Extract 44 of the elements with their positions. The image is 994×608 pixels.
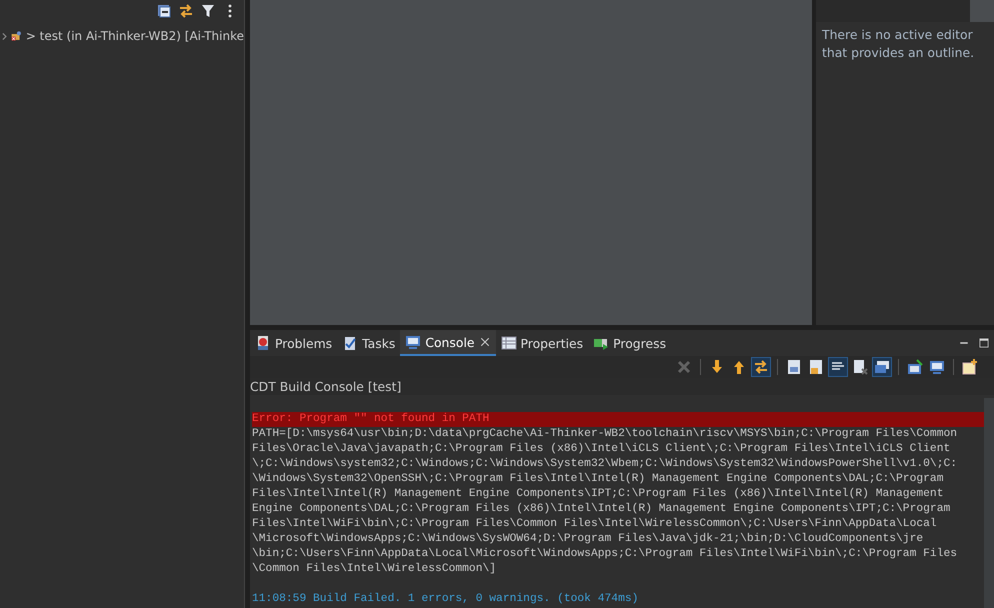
link-arrows-icon[interactable] [178,3,194,19]
collapse-all-icon[interactable] [156,3,172,19]
console-output-line: \Windows\System32\OpenSSH\;C:\Program Files\Intel\Intel(R) Management Engine Components\DAL;C:\Program [252,472,944,487]
document-grid-icon [786,359,802,375]
console-output-line: \bin;C:\Users\Finn\AppData\Local\Microsoft\WindowsApps;C:\Program Files\Intel\WiFi\bin\;C:\Program Files [252,547,958,562]
console-output-line: Files\Intel\Intel(R) Management Engine Components\IPT;C:\Program Files (x86)\Intel\Intel(R) Management [252,487,944,502]
view-tab[interactable]: Progress [588,330,672,356]
view-tab[interactable]: Console [400,330,496,356]
document-lock-icon [808,359,824,375]
console-output-line: PATH=[D:\msys64\usr\bin;D:\data\prgCache\Ai-Thinker-WB2\toolchain\riscv\MSYS\bin;C:\Program Files\Common [252,427,958,442]
down-arrow-icon [709,359,725,375]
clipboard-check-icon [342,335,358,351]
console-title: CDT Build Console [test] [250,378,994,395]
remove-icon [676,359,692,375]
console-output-line: \;C:\Windows\system32;C:\Windows;C:\Windows\System32\Wbem;C:\Windows\System32\WindowsPowerShell\v1.0\;C: [252,457,958,472]
problems-icon [255,335,271,351]
chevron-icon[interactable] [2,32,8,40]
view-tab[interactable]: Properties [496,330,588,356]
maximize-icon[interactable] [978,337,990,349]
text-lines-button[interactable] [828,357,848,377]
up-arrow-icon [731,359,747,375]
project-tree-item[interactable]: > test (in Ai-Thinker-WB2) [Ai-Thinke [26,29,244,43]
view-tab[interactable]: Problems [250,330,338,356]
scrollbar[interactable] [984,398,994,608]
monitor-icon [929,359,945,375]
table-icon [500,335,517,351]
pinned-window-button[interactable] [905,357,925,377]
view-tab[interactable]: Tasks [337,330,400,356]
filter-icon[interactable] [200,3,216,19]
outline-message: There is no active editor that provides an outline. [822,26,976,62]
console-output-line: \Microsoft\WindowsApps;C:\Windows\SysWOW64;D:\Program Files\Java\jdk-21;\bin;D:\CloudComponents\jre [252,532,924,547]
build-status-line: 11:08:59 Build Failed. 1 errors, 0 warnings. (took 474ms) [252,592,640,607]
console-output-line: Engine Components\DAL;C:\Program Files (x86)\Intel\Intel(R) Management Engine Components\IPT;C:\Program [252,502,952,517]
link-arrows-button[interactable] [751,357,771,377]
document-clear-icon [852,359,868,375]
close-icon[interactable] [478,336,491,348]
link-arrows-icon [753,359,769,375]
monitor-icon [405,334,422,350]
console-output-line: \Common Files\Intel\WirelessCommon\] [252,562,498,577]
console-output-line: Files\Oracle\Java\javapath;C:\Program Files (x86)\Intel\iCLS Client\;C:\Program Files\Intel\iCLS Client [252,442,952,457]
pinned-window-icon [907,359,923,375]
new-console-icon [962,359,978,375]
new-console-button[interactable] [960,357,980,377]
console-output-line: Files\Intel\WiFi\bin\;C:\Program Files\Common Files\Intel\WirelessCommon\;C:\Users\Finn\AppData\Local [252,517,938,532]
